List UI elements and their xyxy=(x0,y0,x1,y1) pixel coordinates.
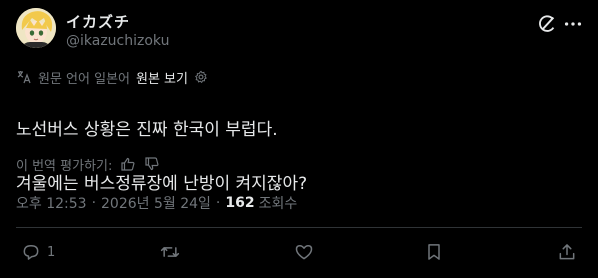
translated-from-label: 원문 언어 일본어 xyxy=(38,71,130,87)
avatar-image xyxy=(16,8,56,48)
thumbs-down-icon[interactable] xyxy=(144,156,160,172)
grok-icon[interactable] xyxy=(536,13,558,35)
reply-button[interactable]: 1 xyxy=(21,241,55,263)
like-icon xyxy=(295,245,313,260)
thumbs-up-icon[interactable] xyxy=(120,156,136,172)
reply-icon xyxy=(23,245,39,260)
translation-bar: 원문 언어 일본어 원본 보기 xyxy=(16,68,208,87)
bookmark-button[interactable] xyxy=(424,241,444,263)
retweet-button[interactable] xyxy=(160,241,180,263)
retweet-icon xyxy=(160,247,180,257)
rate-translation-label: 이 번역 평가하기: xyxy=(16,158,113,174)
avatar[interactable] xyxy=(16,8,56,48)
tweet-date[interactable]: 2026년 5월 24일 xyxy=(101,193,211,213)
bookmark-icon xyxy=(428,244,440,260)
author-name[interactable]: イカズチ xyxy=(66,11,130,32)
translate-icon xyxy=(17,71,31,84)
tweet-line: 노선버스 상황은 진짜 한국이 부럽다. xyxy=(16,120,278,140)
views-count: 162 xyxy=(225,195,255,211)
separator-dot: · xyxy=(91,195,97,211)
show-original-link[interactable]: 원본 보기 xyxy=(136,68,188,87)
like-button[interactable] xyxy=(294,241,314,263)
reply-count: 1 xyxy=(47,244,56,260)
share-icon xyxy=(559,244,575,260)
tweet-time[interactable]: 오후 12:53 xyxy=(16,193,87,213)
gear-icon[interactable] xyxy=(194,70,208,84)
share-button[interactable] xyxy=(557,241,577,263)
views-label: 조회수 xyxy=(258,196,298,212)
tweet-meta: 오후 12:53 · 2026년 5월 24일 · 162 조회수 xyxy=(16,193,297,213)
author-handle[interactable]: @ikazuchizoku xyxy=(66,33,169,49)
more-icon[interactable] xyxy=(562,13,584,35)
rate-translation: 이 번역 평가하기: xyxy=(16,155,160,174)
divider xyxy=(16,227,582,228)
separator-dot: · xyxy=(215,195,221,211)
